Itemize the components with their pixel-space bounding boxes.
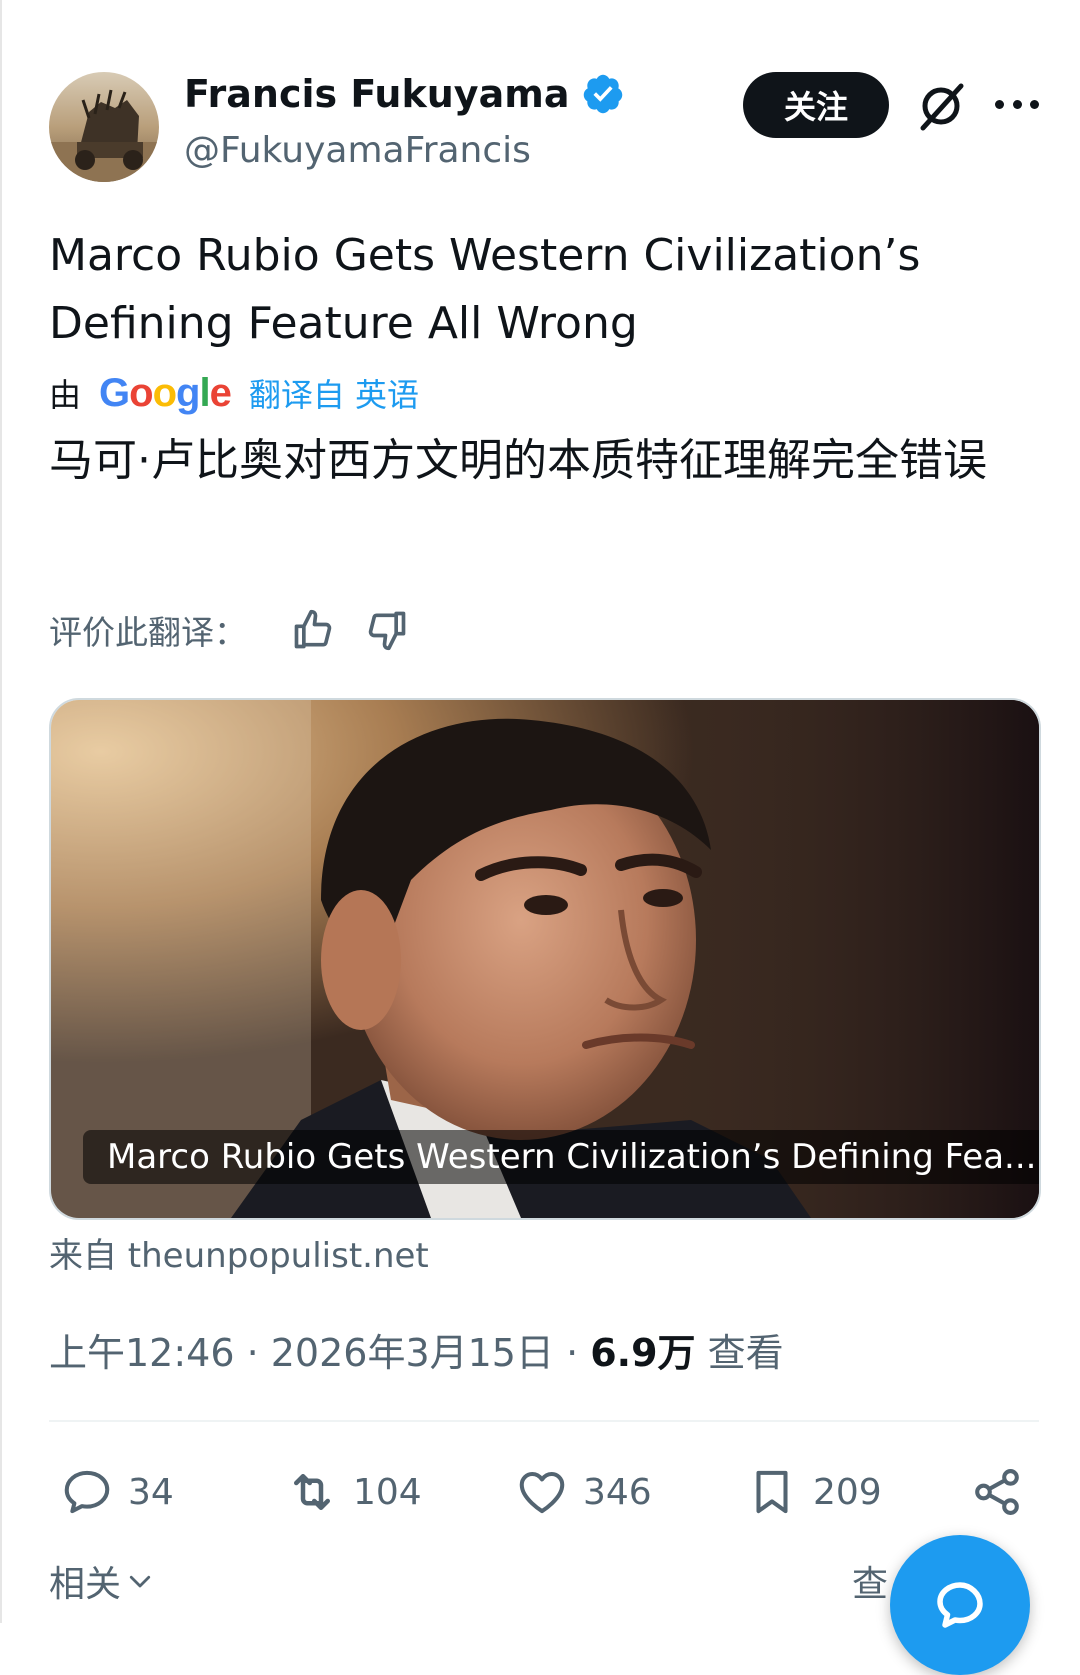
- retweet-icon: [294, 1474, 330, 1510]
- chevron-down-icon: [129, 1575, 151, 1588]
- author-handle[interactable]: @FukuyamaFrancis: [184, 130, 531, 171]
- related-label: 相关: [49, 1564, 122, 1605]
- related-dropdown[interactable]: 相关: [49, 1555, 155, 1607]
- more-options-icon[interactable]: [995, 92, 1039, 116]
- google-logo: Google: [99, 370, 232, 415]
- view-count: 6.9万: [590, 1331, 696, 1375]
- query-label[interactable]: 查: [852, 1555, 888, 1607]
- bookmark-count: 209: [813, 1471, 882, 1513]
- retweet-count: 104: [353, 1471, 422, 1513]
- compose-fab[interactable]: [890, 1535, 1030, 1675]
- share-button[interactable]: [970, 1462, 1038, 1522]
- reply-button[interactable]: 34: [60, 1462, 174, 1522]
- tweet-timestamp[interactable]: 上午12:46 · 2026年3月15日 ·: [49, 1331, 590, 1375]
- share-icon: [975, 1469, 1019, 1515]
- tweet-text: Marco Rubio Gets Western Civilization’s …: [49, 230, 921, 349]
- bookmark-button[interactable]: 209: [745, 1462, 882, 1522]
- chat-bubble-icon: [937, 1582, 983, 1628]
- thumbs-down-icon[interactable]: [365, 608, 409, 652]
- divider: [49, 1420, 1039, 1422]
- translated-text: 马可·卢比奥对西方文明的本质特征理解完全错误: [49, 435, 987, 486]
- reply-count: 34: [128, 1471, 174, 1513]
- reply-icon: [64, 1470, 110, 1514]
- author-display-name[interactable]: Francis Fukuyama: [184, 72, 569, 116]
- translated-from-link[interactable]: 翻译自 英语: [249, 370, 419, 416]
- rate-translation-label: 评价此翻译：: [49, 613, 247, 652]
- heart-icon: [519, 1471, 565, 1514]
- follow-button[interactable]: 关注: [743, 72, 889, 138]
- translated-by-label: 由: [49, 376, 82, 414]
- verified-badge-icon: [581, 72, 625, 116]
- like-count: 346: [583, 1471, 652, 1513]
- rate-translation-row: 评价此翻译：: [49, 600, 439, 660]
- like-button[interactable]: 346: [515, 1462, 652, 1522]
- bookmark-icon: [756, 1470, 788, 1514]
- grok-icon[interactable]: [915, 80, 967, 132]
- thumbs-up-icon[interactable]: [291, 608, 335, 652]
- translation-attribution: 由 Google 翻译自 英语: [49, 365, 419, 421]
- link-card[interactable]: Marco Rubio Gets Western Civilization’s …: [49, 698, 1041, 1220]
- card-title[interactable]: Marco Rubio Gets Western Civilization’s …: [83, 1130, 1039, 1184]
- view-label: 查看: [695, 1331, 784, 1375]
- avatar[interactable]: [49, 72, 159, 182]
- tweet-meta: 上午12:46 · 2026年3月15日 · 6.9万 查看: [49, 1322, 784, 1377]
- retweet-button[interactable]: 104: [285, 1462, 422, 1522]
- author-name-row[interactable]: Francis Fukuyama: [184, 72, 625, 116]
- card-source[interactable]: 来自 theunpopulist.net: [49, 1228, 429, 1277]
